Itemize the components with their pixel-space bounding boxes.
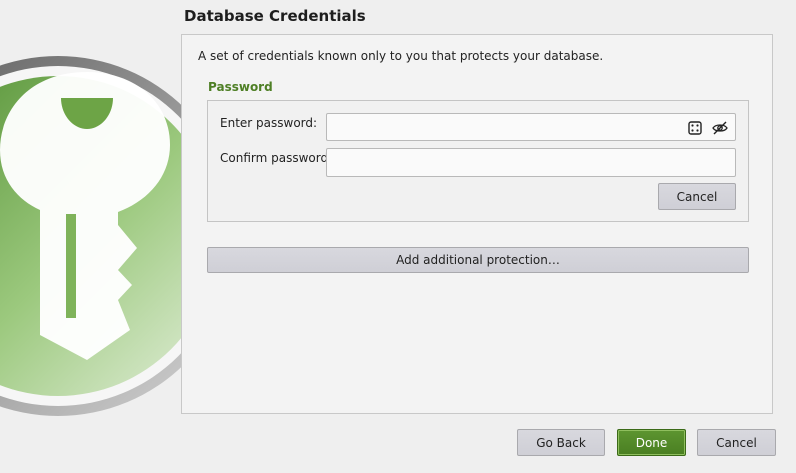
confirm-password-label: Confirm password: <box>220 151 333 165</box>
add-additional-protection-button[interactable]: Add additional protection… <box>207 247 749 273</box>
enter-password-label: Enter password: <box>220 116 318 130</box>
enter-password-field[interactable] <box>326 113 736 141</box>
eye-slash-icon[interactable] <box>712 120 728 136</box>
password-section-title: Password <box>208 80 273 94</box>
done-button[interactable]: Done <box>617 429 686 456</box>
confirm-password-field[interactable] <box>326 148 736 177</box>
confirm-password-input[interactable] <box>327 149 735 176</box>
password-cancel-button[interactable]: Cancel <box>658 183 736 210</box>
cancel-button[interactable]: Cancel <box>697 429 776 456</box>
dice-icon[interactable] <box>687 120 703 136</box>
description-text: A set of credentials known only to you t… <box>198 49 604 63</box>
go-back-button[interactable]: Go Back <box>517 429 605 456</box>
enter-password-input[interactable] <box>327 114 735 140</box>
page-title: Database Credentials <box>184 7 366 25</box>
